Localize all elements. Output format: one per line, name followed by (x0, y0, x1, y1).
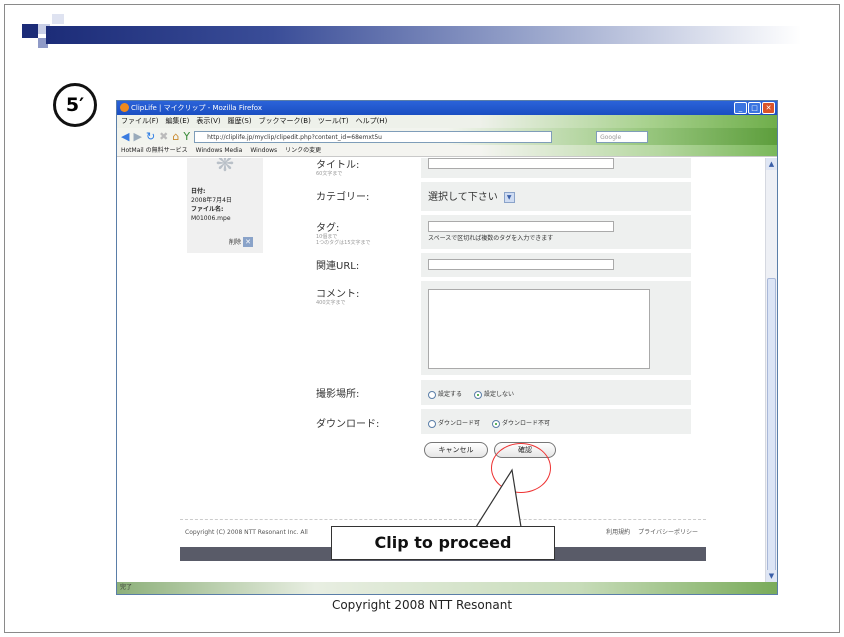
callout-box: Clip to proceed (331, 526, 555, 560)
slide-copyright: Copyright 2008 NTT Resonant (331, 598, 513, 612)
